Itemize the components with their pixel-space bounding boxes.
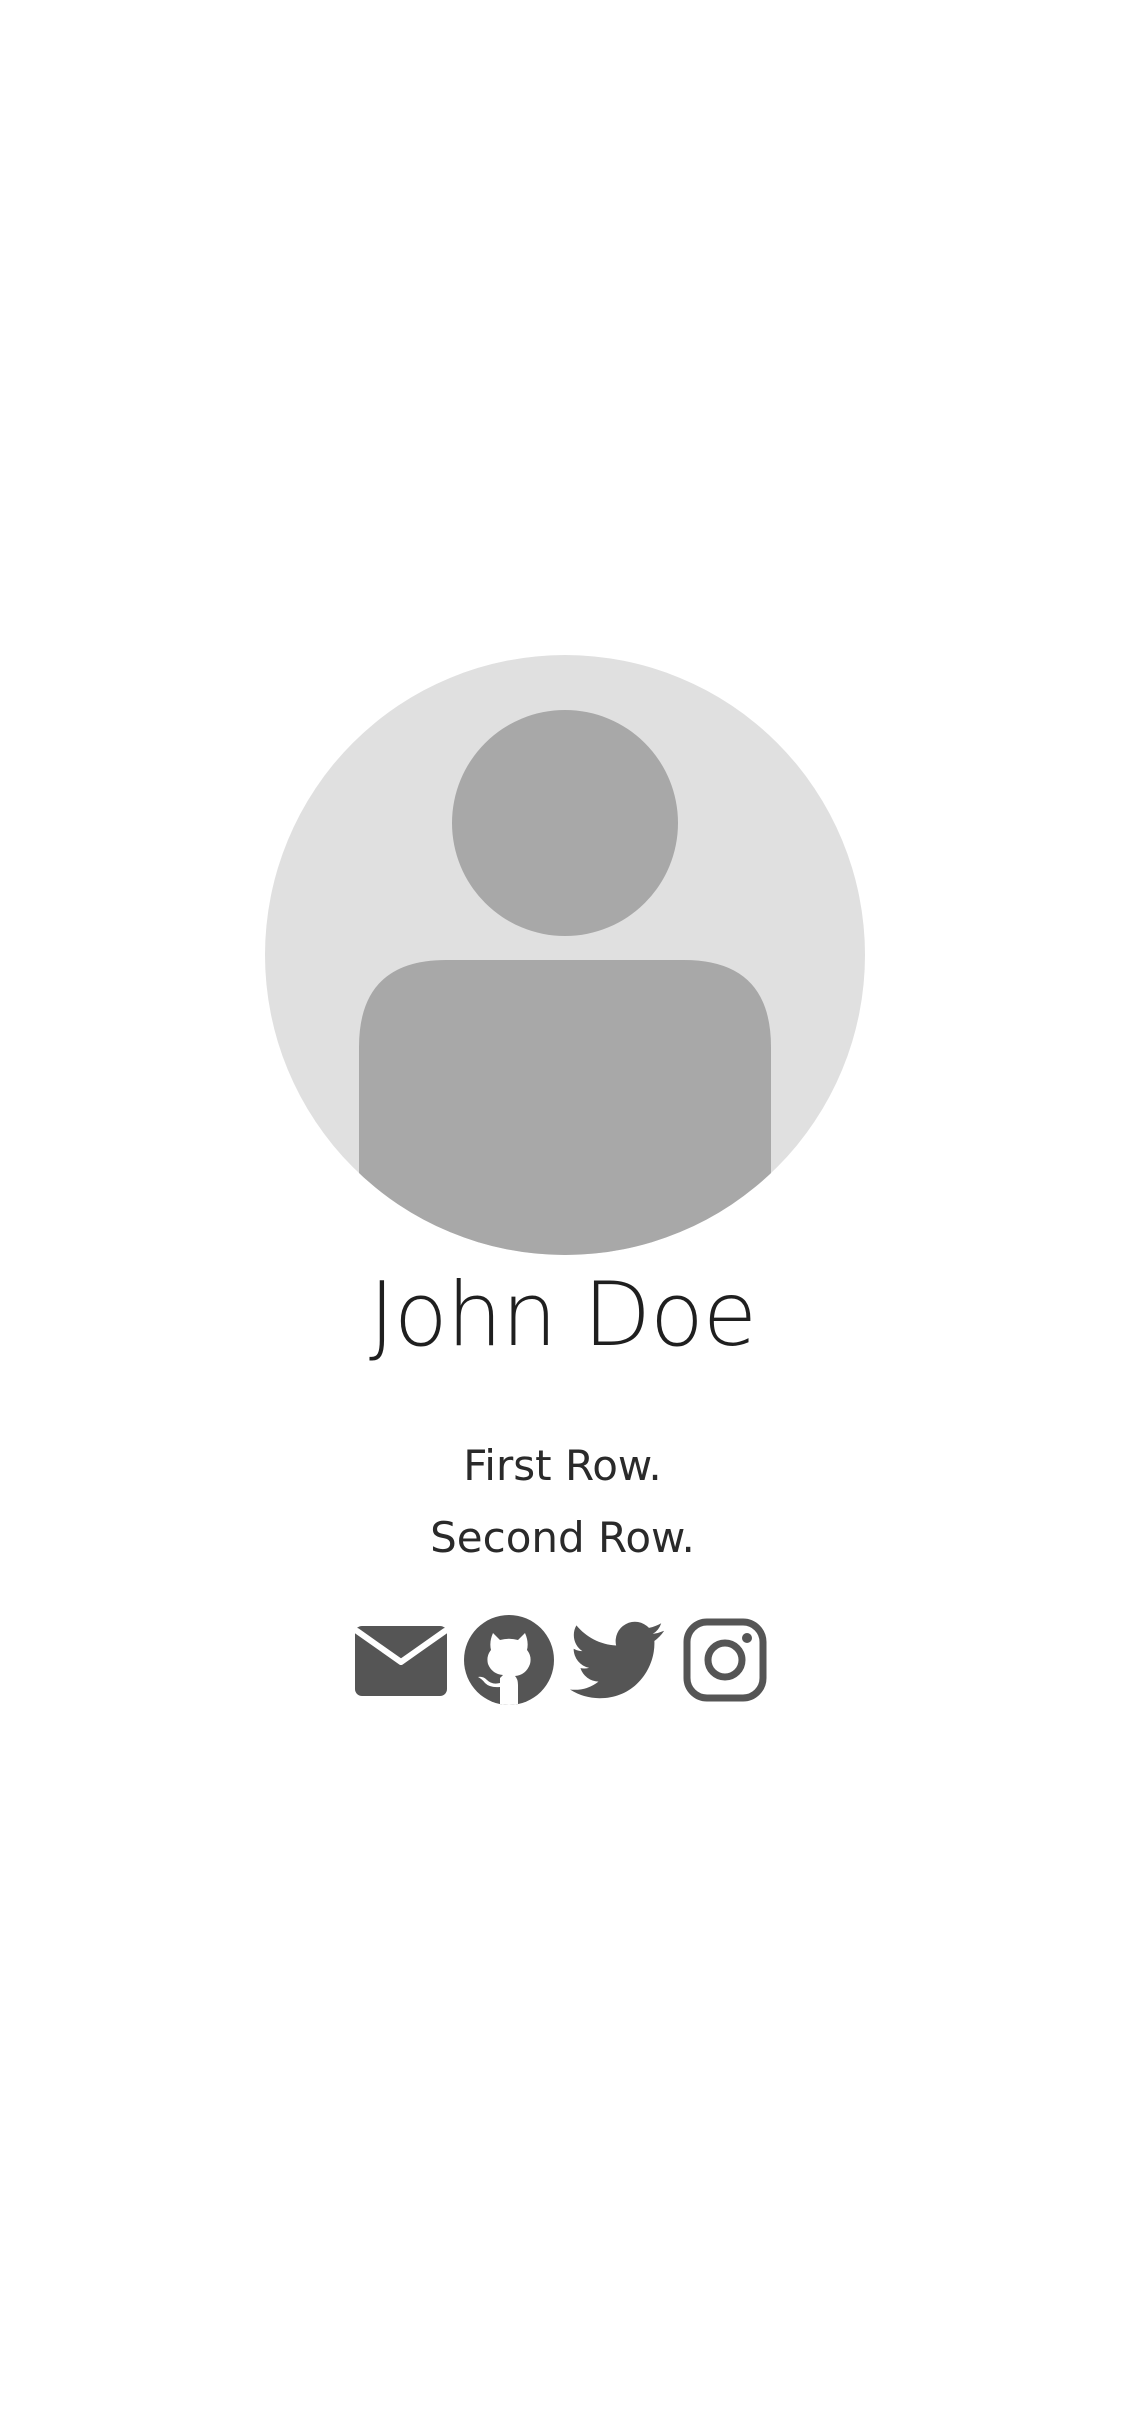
- bio-line-second: Second Row.: [430, 1513, 695, 1562]
- default-user-avatar-icon: [265, 655, 865, 1255]
- instagram-link[interactable]: [678, 1613, 772, 1707]
- mail-icon: [353, 1626, 448, 1696]
- github-icon: [463, 1615, 554, 1705]
- instagram-icon: [683, 1618, 766, 1702]
- social-links: [0, 1612, 1125, 1708]
- twitter-link[interactable]: [569, 1613, 664, 1707]
- profile-bio: First Row. Second Row.: [0, 1430, 1125, 1574]
- bio-line-first: First Row.: [463, 1441, 662, 1490]
- github-link[interactable]: [462, 1613, 556, 1707]
- profile-name: John Doe: [368, 1263, 757, 1366]
- avatar: [265, 655, 865, 1255]
- email-link[interactable]: [353, 1613, 448, 1707]
- twitter-icon: [569, 1621, 664, 1699]
- profile-card: John Doe First Row. Second Row.: [0, 0, 1125, 2436]
